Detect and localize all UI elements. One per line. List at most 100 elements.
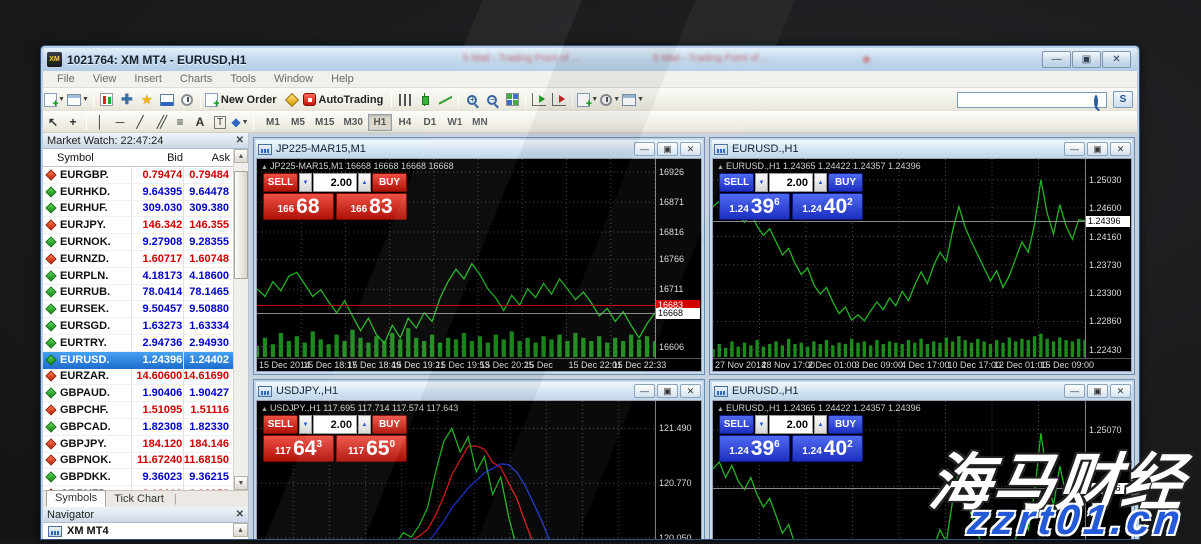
restore-button[interactable]: ▣	[1087, 384, 1108, 398]
auto-scroll-button[interactable]	[529, 90, 549, 109]
bar-chart-button[interactable]	[395, 90, 415, 109]
market-watch-row[interactable]: GBPCAD.1.823081.82330	[43, 419, 233, 436]
lot-size-field[interactable]: 2.00	[313, 173, 357, 192]
market-watch-row[interactable]: EURGBP.0.794740.79484	[43, 167, 233, 184]
market-watch-row[interactable]: GBPNZD.2.021002.02253	[43, 486, 233, 490]
buy-price[interactable]: 1.24402	[792, 193, 863, 220]
menu-file[interactable]: File	[49, 72, 83, 86]
navigator-header[interactable]: Navigator ✕	[43, 507, 248, 523]
menu-view[interactable]: View	[85, 72, 125, 86]
volume-up-stepper[interactable]: ▲	[814, 415, 827, 434]
sell-price[interactable]: 117643	[263, 435, 334, 462]
chart-title-bar[interactable]: EURUSD.,H1 —▣✕	[712, 382, 1132, 400]
market-watch-row[interactable]: EURNOK.9.279089.28355	[43, 234, 233, 251]
zoom-out-button[interactable]: −	[482, 90, 502, 109]
volume-up-stepper[interactable]: ▲	[814, 173, 827, 192]
market-watch-header[interactable]: Market Watch: 22:47:24 ✕	[43, 133, 248, 149]
buy-button[interactable]: BUY	[372, 173, 407, 192]
menu-help[interactable]: Help	[323, 72, 362, 86]
chart-body[interactable]: ▲JP225-MAR15,M1 16668 16668 16668 16668 …	[256, 158, 702, 372]
templates-button[interactable]: ▼	[621, 90, 645, 109]
close-button[interactable]: ✕	[1102, 51, 1131, 68]
timeframe-m1[interactable]: M1	[261, 114, 285, 131]
market-watch-row[interactable]: GBPAUD.1.904061.90427	[43, 385, 233, 402]
sell-button[interactable]: SELL	[263, 415, 298, 434]
volume-down-stepper[interactable]: ▼	[755, 173, 768, 192]
column-symbol[interactable]: Symbol	[43, 152, 131, 164]
minimize-button[interactable]: —	[1064, 142, 1085, 156]
buy-button[interactable]: BUY	[372, 415, 407, 434]
cursor-button[interactable]: ↖	[43, 113, 63, 132]
chart-body[interactable]: ▲USDJPY.,H1 117.695 117.714 117.574 117.…	[256, 400, 702, 539]
market-watch-row[interactable]: GBPJPY.184.120184.146	[43, 436, 233, 453]
buy-price[interactable]: 117650	[336, 435, 407, 462]
minimize-button[interactable]: —	[1064, 384, 1085, 398]
data-window-toggle[interactable]: ✚	[117, 90, 137, 109]
volume-up-stepper[interactable]: ▲	[358, 415, 371, 434]
market-watch-row[interactable]: EURSEK.9.504579.50880	[43, 301, 233, 318]
timeframe-m30[interactable]: M30	[339, 114, 366, 131]
vertical-line-button[interactable]: │	[90, 113, 110, 132]
strategy-tester-toggle[interactable]	[177, 90, 197, 109]
periods-button[interactable]: ▼	[599, 90, 621, 109]
market-watch-row[interactable]: EURZAR.14.6060014.61690	[43, 369, 233, 386]
lot-size-field[interactable]: 2.00	[769, 173, 813, 192]
candlestick-button[interactable]	[415, 90, 435, 109]
channel-button[interactable]: ╱╱	[150, 113, 170, 132]
indicators-button[interactable]: +▼	[576, 90, 599, 109]
lot-size-field[interactable]: 2.00	[769, 415, 813, 434]
buy-button[interactable]: BUY	[828, 415, 863, 434]
market-watch-columns[interactable]: Symbol Bid Ask	[43, 149, 248, 167]
column-bid[interactable]: Bid	[131, 152, 183, 164]
new-chart-button[interactable]: +▼	[43, 90, 66, 109]
timeframe-h4[interactable]: H4	[393, 114, 417, 131]
profiles-button[interactable]: ▼	[66, 90, 90, 109]
market-watch-row[interactable]: GBPNOK.11.6724011.68150	[43, 453, 233, 470]
fibonacci-button[interactable]: ≡	[170, 113, 190, 132]
crosshair-button[interactable]: +	[63, 113, 83, 132]
lot-size-field[interactable]: 2.00	[313, 415, 357, 434]
scroll-thumb[interactable]	[234, 171, 248, 279]
timeframe-mn[interactable]: MN	[468, 114, 492, 131]
close-button[interactable]: ✕	[680, 384, 701, 398]
chat-button[interactable]: S	[1113, 91, 1133, 108]
scroll-up-icon[interactable]: ▲	[234, 149, 248, 163]
sell-button[interactable]: SELL	[719, 173, 754, 192]
minimize-button[interactable]: —	[634, 384, 655, 398]
restore-button[interactable]: ▣	[657, 384, 678, 398]
sell-price[interactable]: 1.24396	[719, 193, 790, 220]
market-watch-row[interactable]: GBPCHF.1.510951.51116	[43, 402, 233, 419]
line-chart-button[interactable]	[435, 90, 455, 109]
close-icon[interactable]: ✕	[236, 135, 244, 146]
new-order-button[interactable]: + New Order	[204, 90, 282, 109]
navigator-toggle[interactable]: ★	[137, 90, 157, 109]
market-watch-row[interactable]: EURTRY.2.947362.94930	[43, 335, 233, 352]
trendline-button[interactable]: ╱	[130, 113, 150, 132]
shapes-button[interactable]: ◆▼	[230, 113, 250, 132]
scroll-down-icon[interactable]: ▼	[234, 476, 248, 490]
chart-plot[interactable]: ▲EURUSD.,H1 1.24365 1.24422 1.24357 1.24…	[713, 159, 1085, 358]
restore-button[interactable]: ▣	[657, 142, 678, 156]
market-watch-row[interactable]: EURSGD.1.632731.63334	[43, 318, 233, 335]
market-watch-row[interactable]: EURPLN.4.181734.18600	[43, 268, 233, 285]
market-watch-toggle[interactable]	[97, 90, 117, 109]
chart-window-jp225[interactable]: JP225-MAR15,M1 —▣✕ ▲JP225-MAR15,M1 16668…	[253, 137, 705, 375]
timeframe-m15[interactable]: M15	[311, 114, 338, 131]
chart-window-eurusd-top[interactable]: EURUSD.,H1 —▣✕ ▲EURUSD.,H1 1.24365 1.244…	[709, 137, 1135, 375]
navigator-item-account[interactable]: XM MT4	[43, 523, 248, 539]
tab-tick-chart[interactable]: Tick Chart	[106, 492, 172, 507]
market-watch-row[interactable]: EURUSD.1.243961.24402	[43, 352, 233, 369]
chart-title-bar[interactable]: JP225-MAR15,M1 —▣✕	[256, 140, 702, 158]
navigator-scrollbar[interactable]: ▲	[233, 523, 248, 537]
buy-price[interactable]: 16683	[336, 193, 407, 220]
zoom-in-button[interactable]: +	[462, 90, 482, 109]
scroll-up-icon[interactable]: ▲	[233, 523, 248, 537]
market-watch-row[interactable]: EURJPY.146.342146.355	[43, 217, 233, 234]
close-button[interactable]: ✕	[1110, 142, 1131, 156]
menu-tools[interactable]: Tools	[222, 72, 264, 86]
close-icon[interactable]: ✕	[236, 509, 244, 520]
sell-button[interactable]: SELL	[719, 415, 754, 434]
title-bar[interactable]: XM 1021764: XM MT4 - EURUSD,H1 5 Mail - …	[43, 48, 1137, 71]
column-ask[interactable]: Ask	[183, 152, 234, 164]
chart-plot[interactable]: ▲JP225-MAR15,M1 16668 16668 16668 16668 …	[257, 159, 655, 358]
